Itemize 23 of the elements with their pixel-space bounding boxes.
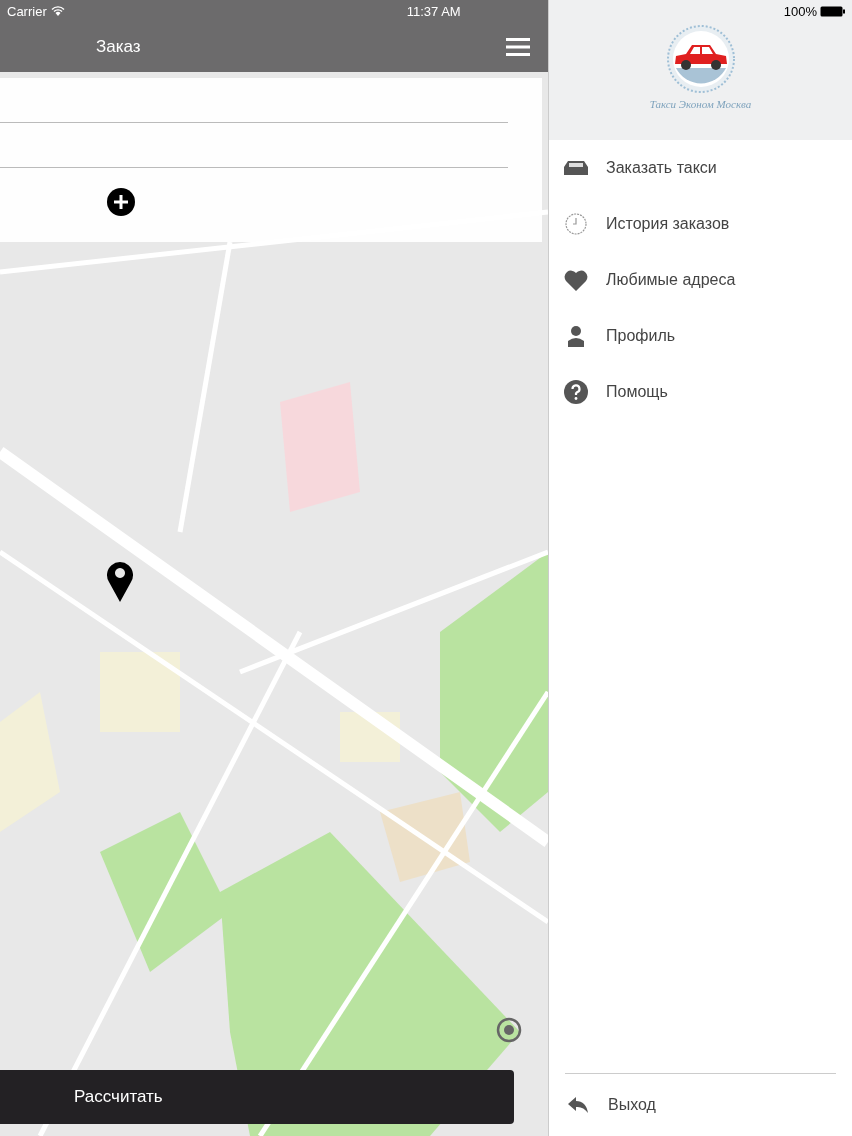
wifi-icon	[50, 6, 65, 16]
logout-item[interactable]: Выход	[565, 1077, 656, 1133]
car-logo-icon	[665, 24, 736, 94]
battery-percent: 100%	[783, 3, 817, 19]
add-icon[interactable]	[107, 188, 135, 216]
battery-icon	[820, 5, 846, 17]
screen-title: Заказ	[96, 37, 141, 57]
menu-item[interactable]: Профиль	[549, 308, 852, 364]
menu-item[interactable]: Заказать такси	[549, 140, 852, 196]
menu-item[interactable]: История заказов	[549, 196, 852, 252]
status-time: 11:37 AM	[406, 3, 461, 19]
menu-icon[interactable]	[506, 38, 530, 56]
clock-icon	[563, 212, 589, 236]
locate-icon[interactable]	[496, 1017, 522, 1043]
help-icon	[563, 380, 589, 404]
carrier-name: Carrier	[7, 3, 47, 19]
car-icon	[563, 160, 589, 176]
location-pin-icon	[106, 560, 134, 602]
logo-caption: Такси Эконом Москва	[649, 98, 752, 110]
calculate-button[interactable]: Рассчитать	[0, 1070, 514, 1124]
menu-item[interactable]: Помощь	[549, 364, 852, 420]
menu-item[interactable]: Любимые адреса	[549, 252, 852, 308]
heart-icon	[563, 269, 589, 291]
